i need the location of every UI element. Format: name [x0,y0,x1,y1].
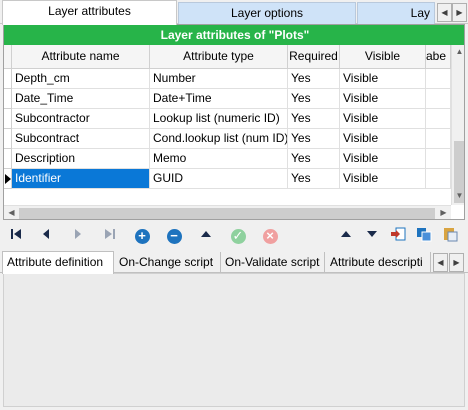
scroll-down-icon[interactable]: ▼ [452,191,464,200]
tab-attribute-description[interactable]: Attribute descripti [326,252,431,273]
cell-required[interactable]: Yes [288,169,340,189]
header-indicator [4,45,12,69]
tab-scroll-left-icon[interactable]: ◀ [437,3,452,22]
vertical-scrollbar[interactable]: ▲ ▼ [451,45,464,205]
cell-attribute-name[interactable]: Subcontract [12,129,150,149]
edit-record-icon[interactable] [196,226,216,246]
column-header-visible[interactable]: Visible [340,45,426,69]
scroll-up-icon[interactable]: ▲ [452,47,464,56]
scroll-left-icon[interactable]: ◀ [4,208,19,217]
row-indicator [4,109,12,129]
cell-label[interactable] [426,109,451,129]
horizontal-scrollbar[interactable]: ◀ ▶ [4,205,451,219]
row-indicator [4,69,12,89]
cell-label[interactable] [426,169,451,189]
cell-required[interactable]: Yes [288,89,340,109]
cell-label[interactable] [426,69,451,89]
cell-attribute-name[interactable]: Description [12,149,150,169]
tab-layer-truncated[interactable]: Lay [357,2,435,24]
move-down-icon[interactable] [362,226,382,246]
cell-attribute-type[interactable]: Date+Time [150,89,288,109]
table-row[interactable]: Subcontractor Lookup list (numeric ID) Y… [4,109,464,129]
tab-layer-attributes[interactable]: Layer attributes [2,0,177,25]
move-up-icon[interactable] [336,226,356,246]
top-tab-bar: Layer attributes Layer options Lay ◀ ▶ [0,0,468,25]
column-header-attribute-name[interactable]: Attribute name [12,45,150,69]
horizontal-scroll-thumb[interactable] [19,208,435,219]
cancel-record-icon[interactable]: × [260,226,280,246]
cell-attribute-type[interactable]: Cond.lookup list (num ID) [150,129,288,149]
delete-record-icon[interactable]: − [164,226,184,246]
cell-visible[interactable]: Visible [340,69,426,89]
column-header-attribute-type[interactable]: Attribute type [150,45,288,69]
cell-visible[interactable]: Visible [340,109,426,129]
cell-attribute-name[interactable]: Date_Time [12,89,150,109]
current-row-arrow-icon [5,174,11,184]
table-row-selected[interactable]: Identifier GUID Yes Visible [4,169,464,189]
bottom-tab-scroll-right-icon[interactable]: ▶ [449,253,464,272]
cell-required[interactable]: Yes [288,69,340,89]
tab-on-change-script[interactable]: On-Change script [115,252,221,273]
first-record-icon[interactable] [6,226,26,246]
post-record-icon[interactable]: ✓ [228,226,248,246]
table-row[interactable]: Date_Time Date+Time Yes Visible [4,89,464,109]
cell-required[interactable]: Yes [288,129,340,149]
record-navigator: + − ✓ × [0,224,468,248]
prior-record-icon[interactable] [36,226,56,246]
cell-required[interactable]: Yes [288,149,340,169]
table-row[interactable]: Depth_cm Number Yes Visible [4,69,464,89]
add-record-icon[interactable]: + [132,226,152,246]
cell-attribute-name[interactable]: Identifier [12,169,150,189]
cell-label[interactable] [426,149,451,169]
cell-visible[interactable]: Visible [340,129,426,149]
cell-attribute-type[interactable]: GUID [150,169,288,189]
table-row[interactable]: Subcontract Cond.lookup list (num ID) Ye… [4,129,464,149]
row-indicator-current [4,169,12,189]
copy-icon[interactable] [414,226,434,246]
cell-label[interactable] [426,89,451,109]
bottom-tab-bar: Attribute definition On-Change script On… [0,251,468,274]
attributes-grid: Layer attributes of "Plots" Attribute na… [3,24,465,220]
tab-on-validate-script[interactable]: On-Validate script [221,252,325,273]
cell-visible[interactable]: Visible [340,89,426,109]
tab-scroll-right-icon[interactable]: ▶ [452,3,467,22]
bottom-tab-scroll-left-icon[interactable]: ◀ [433,253,448,272]
scroll-right-icon[interactable]: ▶ [436,208,451,217]
cell-label[interactable] [426,129,451,149]
cell-attribute-name[interactable]: Depth_cm [12,69,150,89]
column-header-required[interactable]: Required [288,45,340,69]
row-indicator [4,89,12,109]
import-icon[interactable] [388,226,408,246]
column-header-label-truncated[interactable]: abe [426,45,451,69]
tab-attribute-definition[interactable]: Attribute definition [2,251,114,274]
last-record-icon[interactable] [100,226,120,246]
next-record-icon[interactable] [68,226,88,246]
tab-layer-options[interactable]: Layer options [178,2,356,24]
cell-attribute-type[interactable]: Memo [150,149,288,169]
cell-attribute-type[interactable]: Number [150,69,288,89]
cell-visible[interactable]: Visible [340,169,426,189]
row-indicator [4,149,12,169]
table-row[interactable]: Description Memo Yes Visible [4,149,464,169]
attribute-definition-panel [3,273,465,407]
paste-icon[interactable] [440,226,460,246]
cell-attribute-type[interactable]: Lookup list (numeric ID) [150,109,288,129]
cell-visible[interactable]: Visible [340,149,426,169]
cell-attribute-name[interactable]: Subcontractor [12,109,150,129]
grid-caption: Layer attributes of "Plots" [4,25,464,45]
cell-required[interactable]: Yes [288,109,340,129]
row-indicator [4,129,12,149]
